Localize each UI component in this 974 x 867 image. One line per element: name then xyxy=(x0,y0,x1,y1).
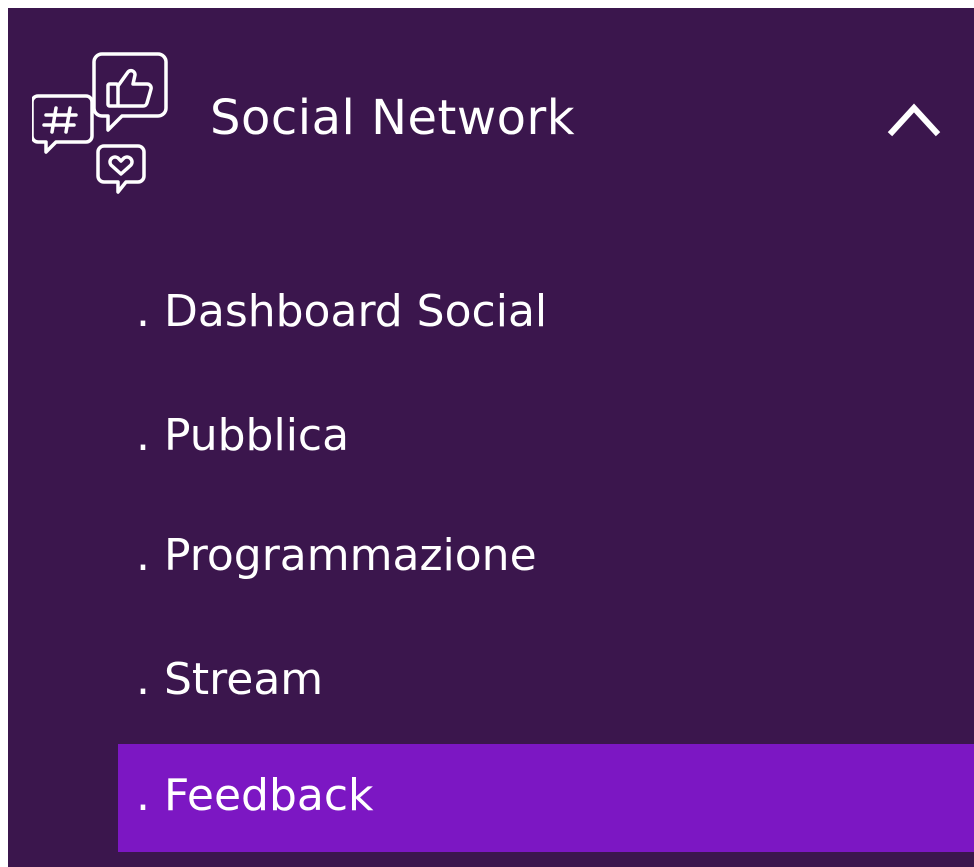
submenu-item-label: . Programmazione xyxy=(136,530,537,581)
social-network-icon xyxy=(30,46,172,198)
social-network-title: Social Network xyxy=(210,90,575,146)
submenu-item-label: . Pubblica xyxy=(136,410,350,461)
submenu-item-label: . Feedback xyxy=(136,770,374,821)
submenu-item-dashboard-social[interactable]: . Dashboard Social xyxy=(118,260,974,368)
submenu-item-label: . Stream xyxy=(136,654,324,705)
social-network-menu-header[interactable]: Social Network xyxy=(8,8,974,228)
submenu-item-feedback[interactable]: . Feedback xyxy=(118,744,974,852)
submenu-item-stream[interactable]: . Stream xyxy=(118,628,974,736)
submenu-item-pubblica[interactable]: . Pubblica xyxy=(118,384,974,492)
chevron-up-icon[interactable] xyxy=(882,94,946,142)
submenu-item-programmazione[interactable]: . Programmazione xyxy=(118,504,974,612)
sidebar-menu: Social Network . Dashboard Social . Pubb… xyxy=(8,8,974,867)
submenu-item-label: . Dashboard Social xyxy=(136,286,548,337)
